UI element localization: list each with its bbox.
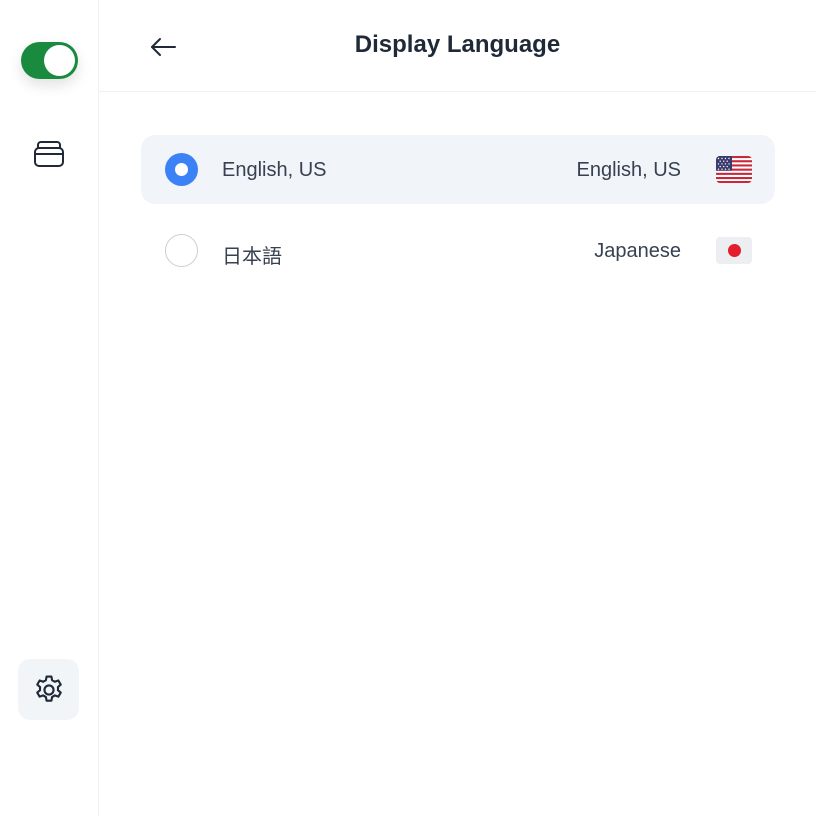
language-english-name: Japanese <box>594 240 681 262</box>
toggle-knob <box>44 45 75 76</box>
power-toggle[interactable] <box>21 42 78 79</box>
radio-button-selected[interactable] <box>165 153 198 186</box>
language-option-japanese[interactable]: 日本語 Japanese <box>141 216 775 285</box>
language-option-english-us[interactable]: English, US English, US <box>141 135 775 204</box>
page-title: Display Language <box>354 31 561 58</box>
radio-button-unselected[interactable] <box>165 234 198 267</box>
language-english-name: English, US <box>576 159 682 181</box>
language-native-name: English, US <box>222 159 327 181</box>
sidebar <box>0 0 99 816</box>
stack-icon <box>34 141 64 167</box>
settings-button[interactable] <box>18 659 79 720</box>
header: Display Language <box>99 0 816 92</box>
language-native-name: 日本語 <box>222 246 282 268</box>
gear-icon <box>35 674 62 702</box>
app-window: Display Language English, US English, US <box>0 0 816 816</box>
language-list: English, US English, US 日本語 Japanese <box>141 135 775 297</box>
flag-sun <box>728 244 741 257</box>
us-flag-icon <box>716 156 752 183</box>
jp-flag-icon <box>716 237 752 264</box>
stack-button[interactable] <box>28 132 70 174</box>
